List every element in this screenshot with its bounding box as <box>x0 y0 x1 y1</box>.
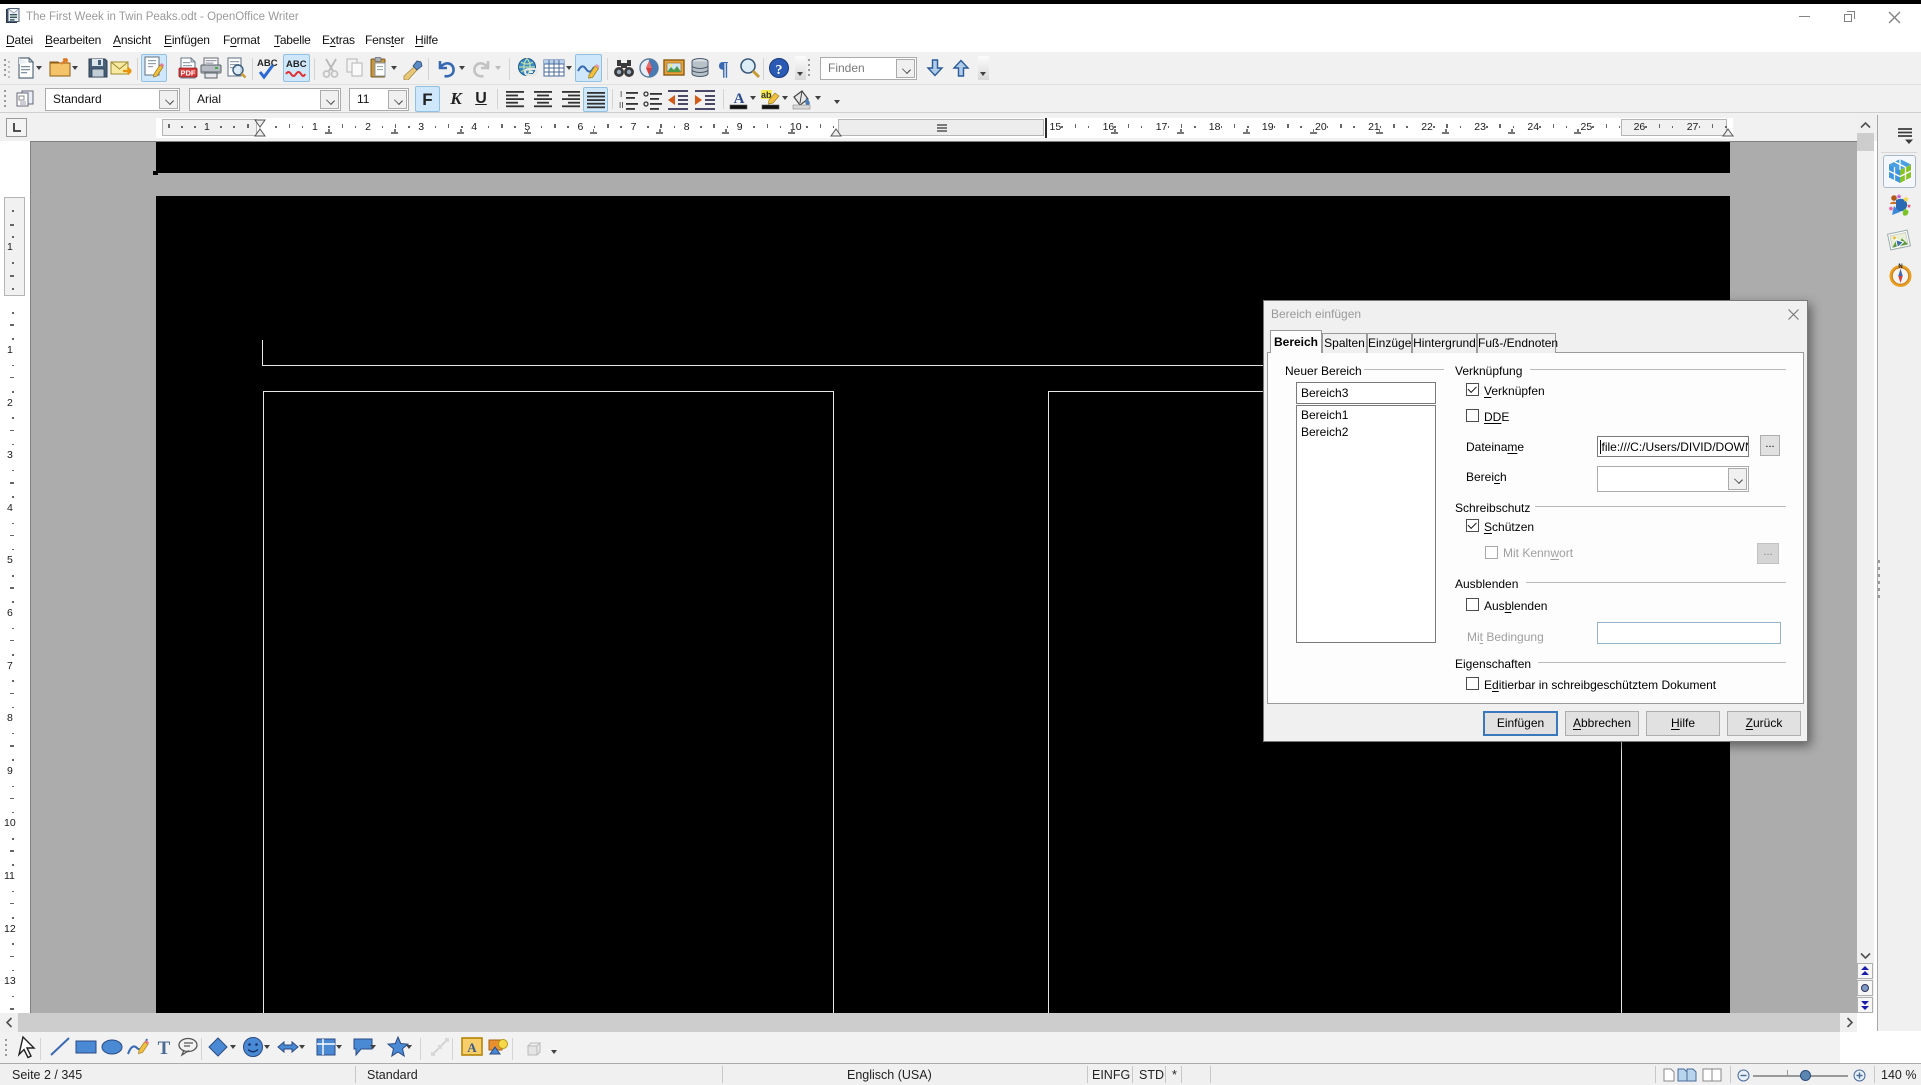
svg-text:¶: ¶ <box>718 58 729 80</box>
svg-text:ABC: ABC <box>286 59 307 70</box>
svg-text:I: I <box>620 90 622 99</box>
svg-text:A: A <box>734 91 745 107</box>
svg-text:?: ? <box>776 63 783 78</box>
svg-text:A: A <box>467 1040 477 1055</box>
svg-text:PDF: PDF <box>181 69 196 78</box>
svg-text:T: T <box>158 1038 171 1059</box>
svg-text:N: N <box>1898 264 1902 270</box>
svg-text:II: II <box>619 101 623 110</box>
svg-text:ABC: ABC <box>257 58 278 69</box>
